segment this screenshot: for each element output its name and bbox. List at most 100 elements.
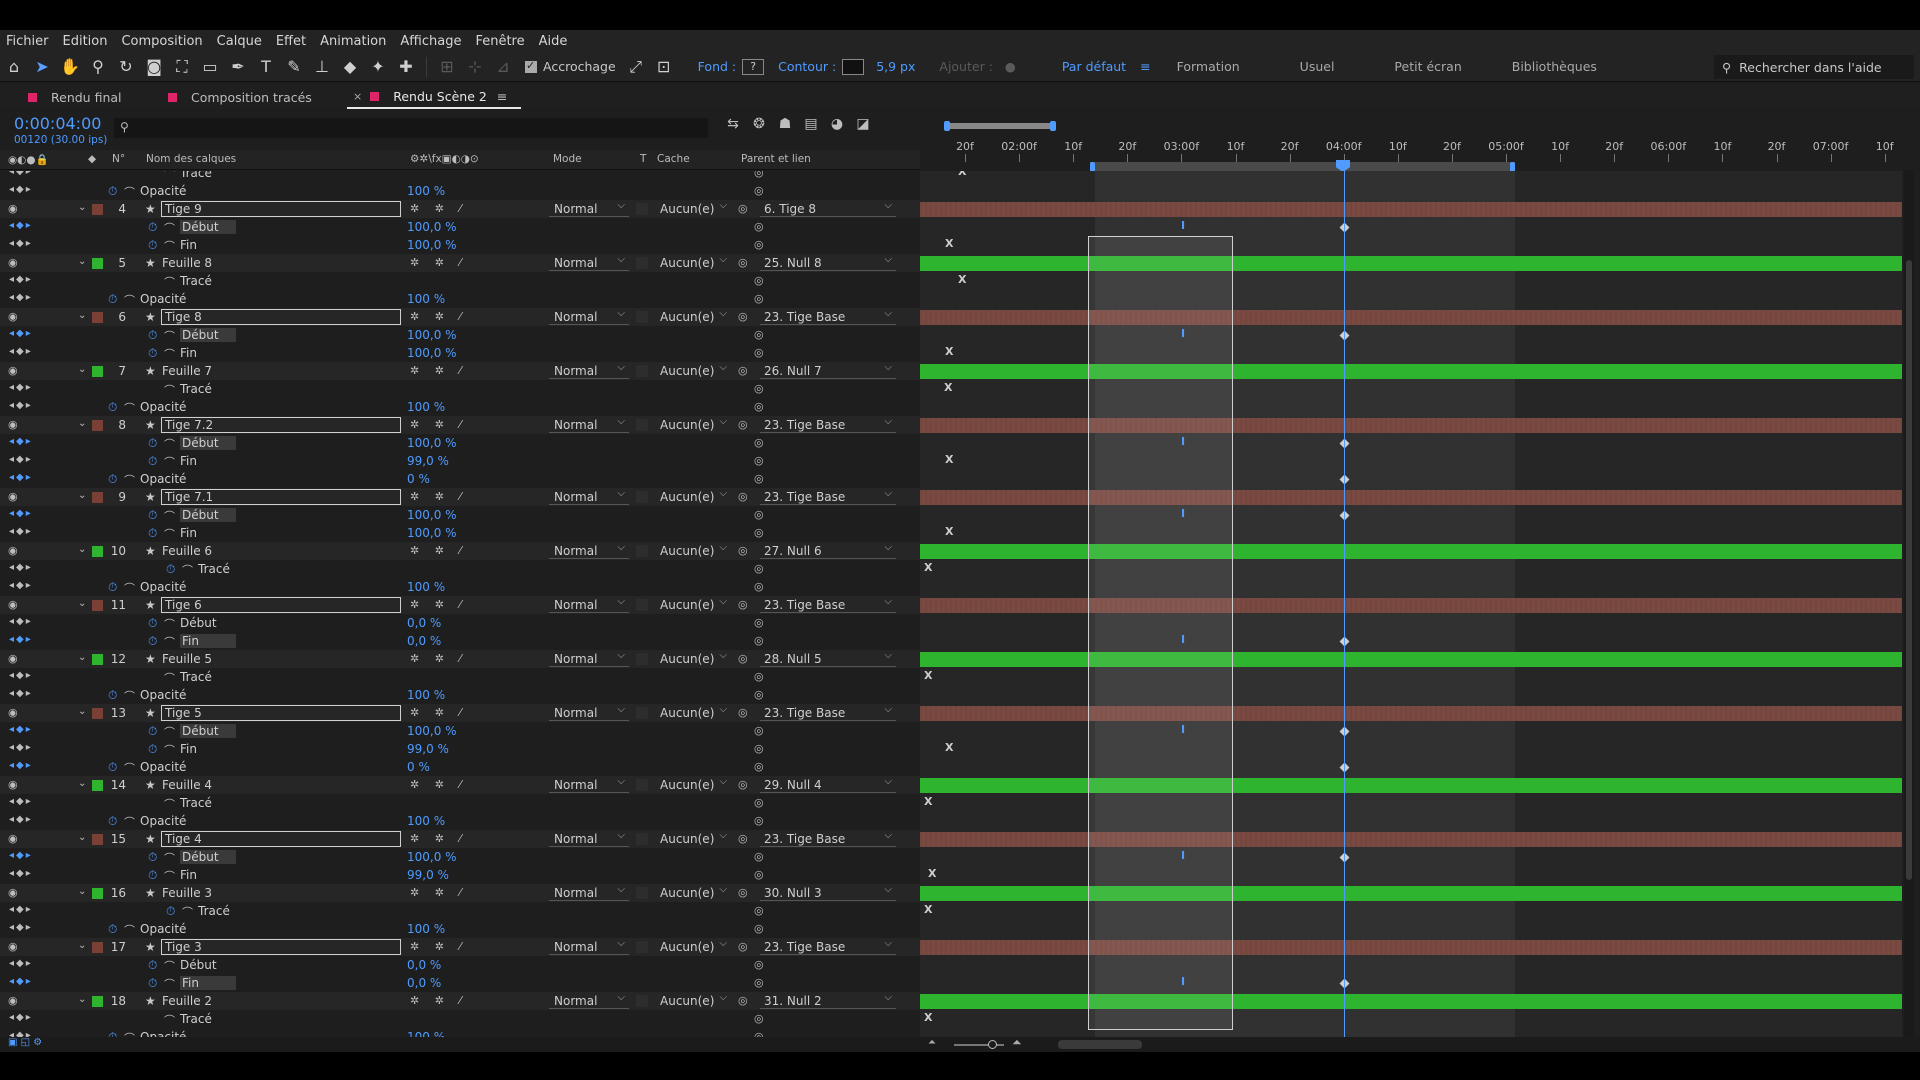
- preserve-transparency-toggle[interactable]: [636, 707, 648, 719]
- keyframe-navigator[interactable]: ◂◆▸: [9, 814, 33, 825]
- property-pickwhip-icon[interactable]: ◎: [754, 724, 764, 737]
- blend-mode-select[interactable]: Normal: [549, 414, 629, 433]
- parent-pickwhip-icon[interactable]: ◎: [738, 652, 748, 665]
- navigator-start-handle[interactable]: [944, 121, 950, 131]
- parent-select[interactable]: 23. Tige Base: [760, 594, 896, 613]
- keyframe-navigator[interactable]: ◂◆▸: [9, 904, 33, 915]
- comp-tab-2[interactable]: × Rendu Scène 2 ≡: [347, 85, 522, 109]
- keyframe-navigator[interactable]: ◂◆▸: [9, 346, 33, 357]
- blend-mode-select[interactable]: Normal: [549, 198, 629, 217]
- workspace-menu-icon[interactable]: ≡: [1140, 59, 1150, 74]
- property-value[interactable]: 0 %: [407, 760, 430, 774]
- layer-duration-bar[interactable]: [920, 418, 1902, 433]
- track-matte-select[interactable]: Aucun(e): [657, 360, 729, 379]
- property-value[interactable]: 100 %: [407, 184, 445, 198]
- time-navigator[interactable]: [944, 121, 1056, 131]
- property-row[interactable]: ◂◆▸ ⏱ ⌒ Début 100,0 % ◎: [0, 434, 920, 452]
- pan-behind-tool-icon[interactable]: ⛶: [168, 54, 196, 80]
- property-value[interactable]: 100 %: [407, 292, 445, 306]
- parent-pickwhip-icon[interactable]: ◎: [738, 202, 748, 215]
- keyframe-navigator[interactable]: ◂◆▸: [9, 1012, 33, 1023]
- layer-name[interactable]: Tige 7.2: [161, 417, 401, 433]
- property-row[interactable]: ◂◆▸ ⌒ Tracé ◎: [0, 1010, 920, 1028]
- parent-select[interactable]: 23. Tige Base: [760, 828, 896, 847]
- keyframe-navigator[interactable]: ◂◆▸: [9, 382, 33, 393]
- track-matte-select[interactable]: Aucun(e): [657, 540, 729, 559]
- blend-mode-select[interactable]: Normal: [549, 774, 629, 793]
- stopwatch-icon[interactable]: ⏱: [148, 634, 157, 649]
- layer-row[interactable]: ◉ ⌄ 6 ★ Tige 8 ✲ ✲ ⁄ Normal Aucun(e) ◎ 23. Tige B…: [0, 306, 920, 326]
- stopwatch-icon[interactable]: ⏱: [108, 184, 117, 199]
- property-value[interactable]: 100,0 %: [407, 850, 457, 864]
- property-row[interactable]: ◂◆▸ ⏱ ⌒ Fin 0,0 % ◎: [0, 974, 920, 992]
- hand-tool-icon[interactable]: ✋: [56, 54, 84, 80]
- twirl-down-icon[interactable]: ⌄: [78, 940, 86, 951]
- fill-label[interactable]: Fond :: [698, 59, 736, 74]
- parent-select[interactable]: 29. Null 4: [760, 774, 896, 793]
- property-pickwhip-icon[interactable]: ◎: [754, 670, 764, 683]
- keyframe-navigator[interactable]: ◂◆▸: [9, 472, 33, 483]
- parent-pickwhip-icon[interactable]: ◎: [738, 310, 748, 323]
- roto-brush-tool-icon[interactable]: ✦: [364, 54, 392, 80]
- layer-name[interactable]: Tige 9: [161, 201, 401, 217]
- eraser-tool-icon[interactable]: ◆: [336, 54, 364, 80]
- stopwatch-icon[interactable]: ⏱: [108, 580, 117, 595]
- comp-tab-1[interactable]: Composition tracés: [162, 85, 337, 109]
- preserve-transparency-toggle[interactable]: [636, 887, 648, 899]
- ease-keyframe-icon[interactable]: X: [924, 795, 932, 808]
- visibility-eye-icon[interactable]: ◉: [8, 418, 18, 431]
- stroke-swatch[interactable]: [842, 58, 865, 75]
- property-row[interactable]: ◂◆▸ ⏱ ⌒ Fin 100,0 % ◎: [0, 344, 920, 362]
- property-row[interactable]: ◂◆▸ ⏱ ⌒ Opacité 0 % ◎: [0, 470, 920, 488]
- stopwatch-icon[interactable]: ⏱: [148, 868, 157, 883]
- layer-duration-bar[interactable]: [920, 544, 1902, 559]
- property-value[interactable]: 100 %: [407, 1030, 445, 1037]
- keyframe-navigator[interactable]: ◂◆▸: [9, 760, 33, 771]
- keyframe-navigator[interactable]: ◂◆▸: [9, 868, 33, 879]
- keyframe-navigator[interactable]: ◂◆▸: [9, 274, 33, 285]
- keyframe-navigator[interactable]: ◂◆▸: [9, 958, 33, 969]
- stopwatch-icon[interactable]: ⏱: [148, 958, 157, 973]
- visibility-eye-icon[interactable]: ◉: [8, 652, 18, 665]
- visibility-eye-icon[interactable]: ◉: [8, 778, 18, 791]
- property-row[interactable]: ◂◆▸ ⏱ ⌒ Début 100,0 % ◎: [0, 326, 920, 344]
- blend-mode-select[interactable]: Normal: [549, 306, 629, 325]
- layer-duration-bar[interactable]: [920, 832, 1902, 847]
- parent-select[interactable]: 30. Null 3: [760, 882, 896, 901]
- property-pickwhip-icon[interactable]: ◎: [754, 382, 764, 395]
- property-value[interactable]: 100 %: [407, 688, 445, 702]
- layer-duration-bar[interactable]: [920, 490, 1902, 505]
- track-matte-select[interactable]: Aucun(e): [657, 414, 729, 433]
- label-color[interactable]: [92, 888, 103, 899]
- axis-icon[interactable]: ⊹: [461, 54, 489, 80]
- ease-keyframe-icon[interactable]: I: [1181, 435, 1185, 448]
- track-matte-select[interactable]: Aucun(e): [657, 198, 729, 217]
- parent-select[interactable]: 31. Null 2: [760, 990, 896, 1009]
- property-value[interactable]: 99,0 %: [407, 868, 449, 882]
- ease-keyframe-icon[interactable]: X: [924, 561, 932, 574]
- stopwatch-icon[interactable]: ⏱: [108, 472, 117, 487]
- property-row[interactable]: ◂◆▸ ⏱ ⌒ Opacité 0 % ◎: [0, 758, 920, 776]
- stopwatch-icon[interactable]: ⏱: [148, 238, 157, 253]
- property-row[interactable]: ◂◆▸ ⏱ ⌒ Opacité 100 % ◎: [0, 182, 920, 200]
- ease-keyframe-icon[interactable]: I: [1181, 327, 1185, 340]
- property-value[interactable]: 100,0 %: [407, 220, 457, 234]
- blend-mode-select[interactable]: Normal: [549, 702, 629, 721]
- keyframe-navigator[interactable]: ◂◆▸: [9, 292, 33, 303]
- layer-row[interactable]: ◉ ⌄ 13 ★ Tige 5 ✲ ✲ ⁄ Normal Aucun(e) ◎ 23. Tige …: [0, 702, 920, 722]
- property-pickwhip-icon[interactable]: ◎: [754, 436, 764, 449]
- keyframe-navigator[interactable]: ◂◆▸: [9, 922, 33, 933]
- property-value[interactable]: 100 %: [407, 580, 445, 594]
- selection-tool-icon[interactable]: ➤: [28, 54, 56, 80]
- track-matte-select[interactable]: Aucun(e): [657, 306, 729, 325]
- workspace-formation[interactable]: Formation: [1177, 59, 1240, 74]
- property-value[interactable]: 100,0 %: [407, 508, 457, 522]
- property-value[interactable]: 100,0 %: [407, 724, 457, 738]
- preserve-transparency-toggle[interactable]: [636, 599, 648, 611]
- property-pickwhip-icon[interactable]: ◎: [754, 850, 764, 863]
- property-row[interactable]: ◂◆▸ ⏱ ⌒ Début 100,0 % ◎: [0, 506, 920, 524]
- property-row[interactable]: ◂◆▸ ⏱ ⌒ Début 0,0 % ◎: [0, 956, 920, 974]
- property-row[interactable]: ◂◆▸ ⏱ ⌒ Début 100,0 % ◎: [0, 848, 920, 866]
- preserve-transparency-toggle[interactable]: [636, 491, 648, 503]
- current-timecode[interactable]: 0:00:04:00: [14, 114, 101, 133]
